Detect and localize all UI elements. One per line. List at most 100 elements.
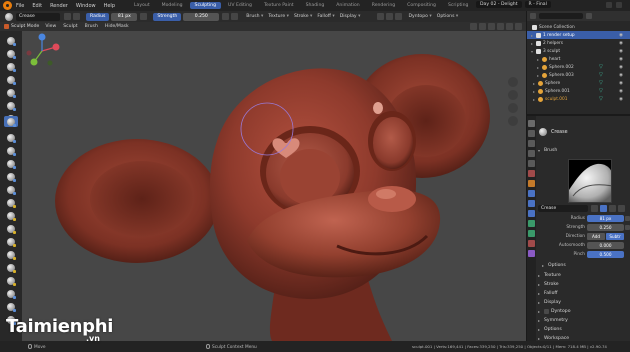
outliner-row[interactable]: ▸ 2 helpers ◉: [527, 39, 630, 47]
outliner-search-input[interactable]: [539, 13, 583, 19]
stroke-section-header[interactable]: ▸ Stroke: [538, 280, 630, 288]
wireframe-shading-icon[interactable]: [488, 23, 495, 30]
zoom-icon[interactable]: [508, 77, 518, 87]
data-tab-icon[interactable]: [528, 230, 535, 237]
brush-name-field[interactable]: Crease: [538, 205, 588, 212]
strength-field[interactable]: 0.250: [183, 12, 220, 21]
tab-texture-paint[interactable]: Texture Paint: [259, 2, 299, 9]
xray-icon[interactable]: [479, 23, 486, 30]
outliner-display-mode-icon[interactable]: [530, 13, 536, 19]
material-tab-icon[interactable]: [528, 240, 535, 247]
draw-sharp-tool[interactable]: [4, 48, 18, 59]
constraints-tab-icon[interactable]: [528, 220, 535, 227]
outliner-scene-collection[interactable]: Scene Collection: [527, 23, 630, 31]
thumb-tool[interactable]: [4, 249, 18, 260]
brush-preview-thumbnail[interactable]: [568, 159, 612, 203]
elastic-deform-tool[interactable]: [4, 223, 18, 234]
eye-icon[interactable]: ◉: [619, 81, 623, 86]
outliner-row[interactable]: ▸ sculpt.001 ▽ ◉: [527, 95, 630, 103]
tab-shading[interactable]: Shading: [301, 2, 330, 9]
outliner-row[interactable]: ▸ Sphere.002 ▽ ◉: [527, 63, 630, 71]
smooth-tool[interactable]: [4, 145, 18, 156]
pan-hand-icon[interactable]: [508, 90, 518, 100]
menu-sculpt[interactable]: Sculpt: [63, 24, 77, 29]
outliner-row[interactable]: ▸ Sphere.003 ▽ ◉: [527, 71, 630, 79]
strength-pressure-icon[interactable]: [625, 225, 630, 230]
dyntopo-checkbox[interactable]: [544, 308, 549, 314]
physics-tab-icon[interactable]: [528, 210, 535, 217]
symmetry-y-icon[interactable]: [386, 13, 394, 20]
eye-icon[interactable]: ◉: [619, 65, 623, 70]
menu-file[interactable]: File: [16, 3, 24, 9]
crease-tool[interactable]: [4, 116, 18, 127]
mode-selector[interactable]: Sculpt Mode: [4, 24, 39, 29]
brush-settings-icon[interactable]: [618, 205, 625, 212]
tab-modeling[interactable]: Modeling: [157, 2, 188, 9]
camera-view-icon[interactable]: [508, 103, 518, 113]
eye-icon[interactable]: ◉: [619, 89, 623, 94]
texture-dropdown[interactable]: Texture: [268, 14, 289, 19]
output-tab-icon[interactable]: [528, 140, 535, 147]
outliner-row[interactable]: ▸ 1 render setup ◉: [527, 31, 630, 39]
outliner-row[interactable]: ▸ Sphere.001 ▽ ◉: [527, 87, 630, 95]
modifiers-tab-icon[interactable]: [528, 190, 535, 197]
symmetry-x-icon[interactable]: [377, 13, 385, 20]
stroke-dropdown[interactable]: Stroke: [294, 14, 312, 19]
blob-tool[interactable]: [4, 132, 18, 143]
options-dropdown[interactable]: Options: [437, 14, 459, 19]
menu-brush[interactable]: Brush: [85, 24, 98, 29]
pose-tool[interactable]: [4, 262, 18, 273]
layer-tool[interactable]: [4, 100, 18, 111]
new-brush-icon[interactable]: [64, 13, 71, 20]
clay-tool[interactable]: [4, 61, 18, 72]
display-section-header[interactable]: ▸ Display: [538, 298, 630, 306]
menu-help[interactable]: Help: [104, 3, 115, 9]
3d-viewport[interactable]: [22, 31, 526, 341]
copy-brush-icon[interactable]: [609, 205, 616, 212]
filter-icon[interactable]: [586, 13, 592, 19]
tab-sculpting[interactable]: Sculpting: [189, 2, 221, 9]
autosmooth-field[interactable]: 0.000: [587, 242, 624, 249]
material-shading-icon[interactable]: [506, 23, 513, 30]
tab-compositing[interactable]: Compositing: [402, 2, 441, 9]
menu-view[interactable]: View: [45, 24, 56, 29]
falloff-dropdown[interactable]: Falloff: [317, 14, 334, 19]
eye-icon[interactable]: ◉: [619, 41, 623, 46]
mask-tool[interactable]: [4, 301, 18, 312]
navigation-gizmo[interactable]: [22, 31, 62, 71]
menu-edit[interactable]: Edit: [32, 3, 42, 9]
brush-dropdown[interactable]: Brush: [246, 14, 263, 19]
tab-uv-editing[interactable]: UV Editing: [223, 2, 257, 9]
solid-shading-icon[interactable]: [497, 23, 504, 30]
radius-field[interactable]: 81 px: [111, 12, 138, 21]
clay-strips-tool[interactable]: [4, 74, 18, 85]
tab-rendering[interactable]: Rendering: [367, 2, 400, 9]
brush-options-subsection[interactable]: ▸ Options: [542, 261, 630, 269]
view-layer-tab-icon[interactable]: [528, 150, 535, 157]
view-layer-name[interactable]: R - Final: [524, 1, 551, 8]
texture-tab-icon[interactable]: [528, 250, 535, 257]
direction-toggle[interactable]: Add Subtr: [587, 233, 624, 240]
radius-pressure-icon[interactable]: [625, 216, 630, 221]
brush-icon[interactable]: [5, 12, 13, 21]
dyntopo-section-header[interactable]: ▸ Dyntopo: [538, 307, 630, 315]
fake-user-icon[interactable]: [73, 13, 80, 20]
outliner-row[interactable]: ▸ heart ◉: [527, 55, 630, 63]
copy-layer-icon[interactable]: [606, 2, 612, 8]
flatten-tool[interactable]: [4, 158, 18, 169]
clay-thumb-tool[interactable]: [4, 87, 18, 98]
symmetry-z-icon[interactable]: [395, 13, 403, 20]
fill-tool[interactable]: [4, 171, 18, 182]
dyntopo-dropdown[interactable]: Dyntopo: [408, 14, 431, 19]
fake-user-shield-icon[interactable]: [600, 205, 607, 212]
eye-icon[interactable]: ◉: [619, 49, 623, 54]
rotate-tool[interactable]: [4, 288, 18, 299]
brush-user-count-icon[interactable]: [591, 205, 598, 212]
tab-scripting[interactable]: Scripting: [443, 2, 473, 9]
brush-section-header[interactable]: ▾ Brush: [538, 146, 630, 154]
pinch-tool[interactable]: [4, 197, 18, 208]
tab-layout[interactable]: Layout: [129, 2, 155, 9]
rendered-shading-icon[interactable]: [515, 23, 522, 30]
falloff-section-header[interactable]: ▸ Falloff: [538, 289, 630, 297]
scene-name[interactable]: Day 02 - Delight: [476, 1, 522, 8]
